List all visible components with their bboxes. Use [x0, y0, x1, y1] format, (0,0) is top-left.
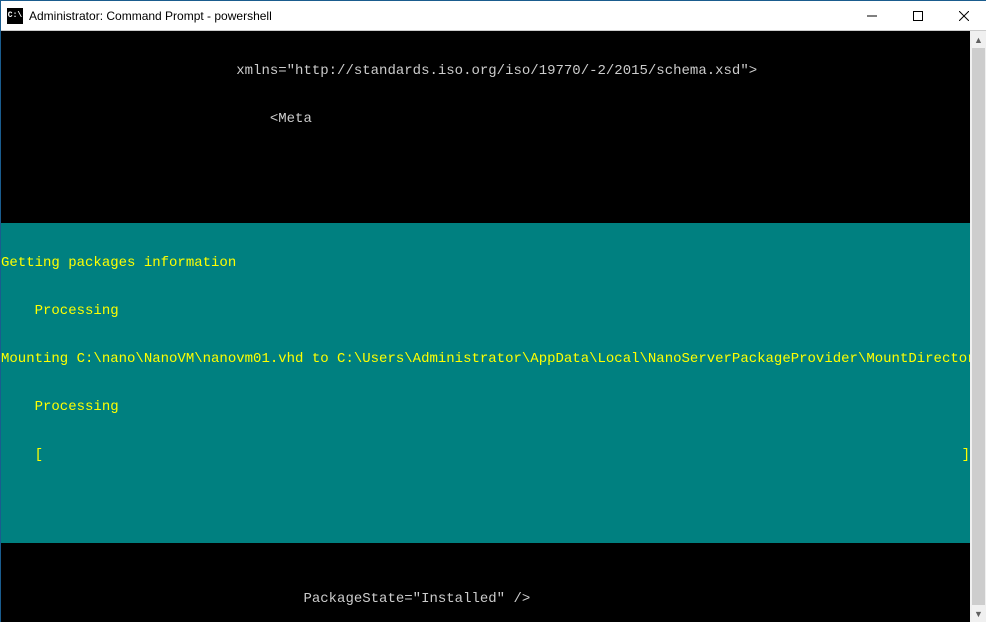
titlebar[interactable]: C:\ Administrator: Command Prompt - powe…	[1, 1, 986, 31]
xml-line: xmlns="http://standards.iso.org/iso/1977…	[1, 63, 970, 79]
progress-bar-fill	[43, 447, 962, 463]
minimize-button[interactable]	[849, 1, 895, 31]
blank-line	[1, 159, 970, 175]
blank-line	[1, 495, 970, 511]
maximize-button[interactable]	[895, 1, 941, 31]
progress-bar-close: ]	[962, 447, 970, 463]
scroll-up-button[interactable]: ▲	[970, 31, 986, 48]
progress-bar-open: [	[1, 447, 43, 463]
progress-bar: []	[1, 447, 970, 463]
window-title: Administrator: Command Prompt - powershe…	[29, 9, 849, 23]
xml-line: <Meta	[1, 111, 970, 127]
terminal-output[interactable]: xmlns="http://standards.iso.org/iso/1977…	[1, 31, 970, 622]
window-controls	[849, 1, 986, 31]
progress-status: Processing	[1, 399, 970, 415]
scroll-down-button[interactable]: ▼	[970, 605, 986, 622]
close-button[interactable]	[941, 1, 986, 31]
close-icon	[959, 11, 969, 21]
progress-mount-line: Mounting C:\nano\NanoVM\nanovm01.vhd to …	[1, 351, 970, 367]
scroll-thumb[interactable]	[972, 48, 985, 608]
cmd-icon: C:\	[7, 8, 23, 24]
progress-banner: Getting packages information Processing …	[1, 223, 970, 543]
progress-status: Processing	[1, 303, 970, 319]
vertical-scrollbar[interactable]: ▲ ▼	[970, 31, 986, 622]
maximize-icon	[913, 11, 923, 21]
terminal-area: xmlns="http://standards.iso.org/iso/1977…	[1, 31, 986, 622]
xml-line: PackageState="Installed" />	[1, 591, 970, 607]
progress-title: Getting packages information	[1, 255, 970, 271]
minimize-icon	[867, 11, 877, 21]
command-prompt-window: C:\ Administrator: Command Prompt - powe…	[1, 1, 986, 622]
